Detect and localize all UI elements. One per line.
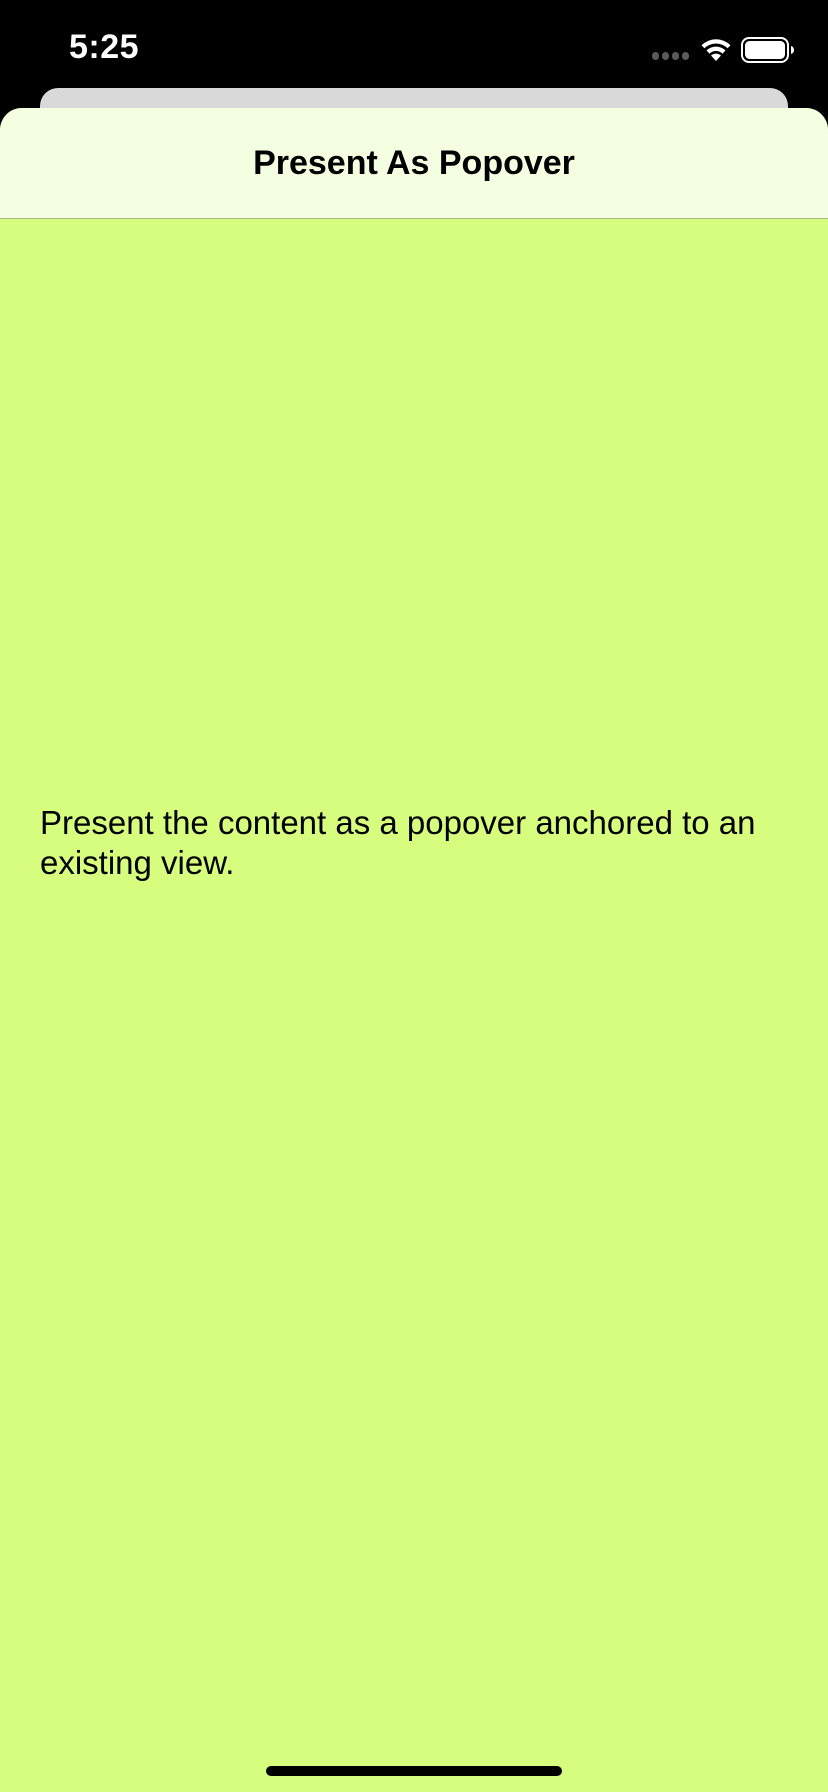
home-indicator[interactable] (266, 1766, 562, 1776)
navigation-bar: Present As Popover (0, 108, 828, 219)
cellular-signal-icon (652, 52, 690, 62)
screen: 5:25 Present As Popover Present the cont… (0, 0, 828, 1792)
page-title: Present As Popover (253, 144, 575, 182)
status-bar: 5:25 (0, 0, 828, 100)
battery-icon (741, 37, 794, 63)
status-time: 5:25 (69, 28, 140, 66)
content-area (0, 219, 828, 1792)
wifi-icon (701, 39, 731, 61)
popover-sheet: Present As Popover (0, 108, 828, 1792)
description-text: Present the content as a popover anchore… (40, 804, 756, 881)
